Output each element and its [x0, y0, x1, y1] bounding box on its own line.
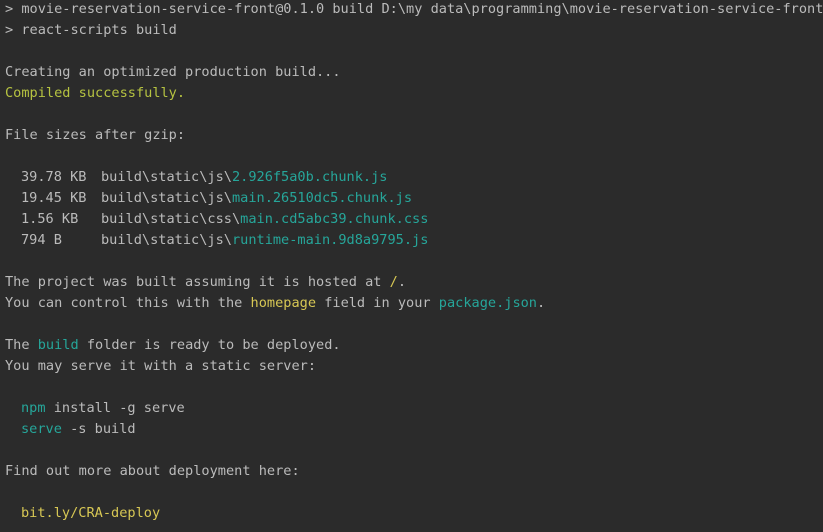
build-prefix: The [5, 337, 38, 353]
control-mid: field in your [316, 295, 439, 311]
file-dir: build\static\css\ [101, 211, 241, 227]
serve-command: serve -s build [5, 419, 823, 440]
npm-install-command: npm install -g serve [5, 398, 823, 419]
serve-message: You may serve it with a static server: [5, 358, 316, 374]
file-size-row: 1.56 KB build\static\css\main.cd5abc39.ch… [5, 209, 823, 230]
hosted-prefix: The project was built assuming it is hos… [5, 274, 390, 290]
file-size: 1.56 KB [21, 211, 79, 227]
serve-cmd: serve [21, 421, 62, 437]
npm-cmd: npm [21, 400, 46, 416]
terminal-output[interactable]: > movie-reservation-service-front@0.1.0 … [0, 0, 823, 532]
package-json-link[interactable]: package.json [439, 295, 537, 311]
hosted-suffix: . [397, 274, 407, 290]
control-message: You can control this with the homepage f… [5, 293, 823, 314]
file-dir: build\static\js\ [101, 232, 232, 248]
control-suffix: . [537, 295, 546, 311]
file-size: 39.78 KB [21, 169, 87, 185]
file-sizes-heading: File sizes after gzip: [5, 127, 186, 143]
file-size-row: 19.45 KB build\static\js\main.26510dc5.ch… [5, 188, 823, 209]
file-size-row: 794 B build\static\js\runtime-main.9d8a97… [5, 230, 823, 251]
file-name-link[interactable]: main.26510dc5.chunk.js [232, 190, 412, 206]
compiled-success-message: Compiled successfully. [5, 85, 186, 101]
build-suffix: folder is ready to be deployed. [78, 337, 341, 353]
build-folder-word: build [37, 337, 79, 353]
command-line-1: > movie-reservation-service-front@0.1.0 … [5, 1, 823, 17]
build-ready-message: The build folder is ready to be deployed… [5, 335, 823, 356]
file-name-link[interactable]: runtime-main.9d8a9795.js [232, 232, 428, 248]
file-size-row: 39.78 KB build\static\js\2.926f5a0b.chunk… [5, 167, 823, 188]
homepage-field: homepage [250, 295, 317, 311]
file-name-link[interactable]: 2.926f5a0b.chunk.js [232, 169, 388, 185]
deploy-link[interactable]: bit.ly/CRA-deploy [21, 505, 160, 521]
serve-args: -s build [61, 421, 136, 437]
creating-build-message: Creating an optimized production build..… [5, 64, 341, 80]
hosted-path: / [389, 274, 398, 290]
command-line-2: > react-scripts build [5, 22, 177, 38]
hosted-message: The project was built assuming it is hos… [5, 272, 823, 293]
find-out-message: Find out more about deployment here: [5, 463, 300, 479]
control-prefix: You can control this with the [5, 295, 251, 311]
file-size: 794 B [21, 232, 62, 248]
file-name-link[interactable]: main.cd5abc39.chunk.css [240, 211, 428, 227]
file-dir: build\static\js\ [101, 190, 232, 206]
deploy-link-line: bit.ly/CRA-deploy [5, 503, 823, 524]
file-size: 19.45 KB [21, 190, 87, 206]
file-dir: build\static\js\ [101, 169, 232, 185]
npm-args: install -g serve [45, 400, 185, 416]
